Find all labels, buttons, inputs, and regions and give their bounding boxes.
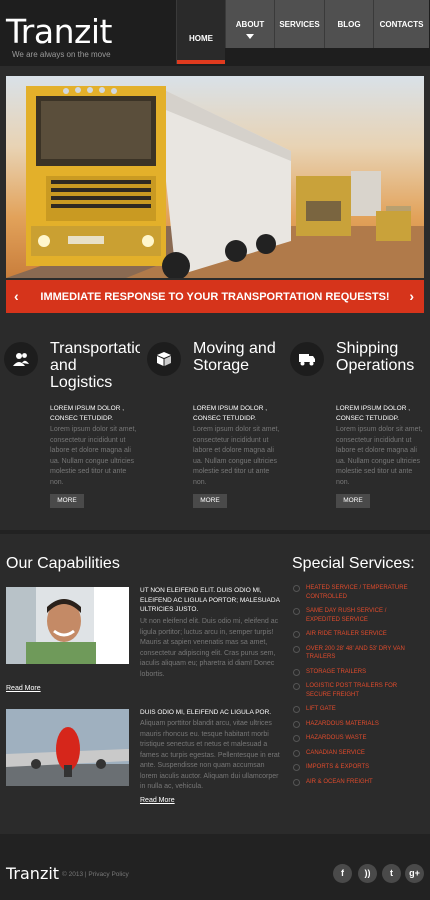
section-divider — [0, 530, 430, 534]
chevron-right-icon[interactable]: › — [409, 288, 414, 304]
facebook-icon[interactable]: f — [333, 864, 352, 883]
list-item[interactable]: LIFT GATE — [292, 705, 422, 714]
hero-caption-bar: ‹ IMMEDIATE RESPONSE TO YOUR TRANSPORTAT… — [6, 280, 424, 313]
nav-services[interactable]: SERVICES — [274, 0, 324, 48]
service-title: Transportation and Logistics — [50, 340, 140, 391]
nav-about[interactable]: ABOUT — [225, 0, 274, 48]
main-nav: HOME ABOUT SERVICES BLOG CONTACTS — [176, 0, 429, 66]
hero-slider-image — [6, 76, 424, 278]
list-item[interactable]: STORAGE TRAILERS — [292, 668, 422, 677]
list-item[interactable]: LOGISTIC POST TRAILERS FOR SECURE FREIGH… — [292, 682, 422, 699]
list-item[interactable]: AIR RIDE TRAILER SERVICE — [292, 630, 422, 639]
hero-caption: IMMEDIATE RESPONSE TO YOUR TRANSPORTATIO… — [40, 291, 390, 303]
site-footer: Tranzit © 2013 | Privacy Policy f )) t g… — [0, 834, 430, 900]
footer-logo[interactable]: Tranzit — [6, 864, 59, 883]
capability-image-man — [6, 587, 129, 664]
list-item[interactable]: HAZARDOUS MATERIALS — [292, 720, 422, 729]
service-subtitle: LOREM IPSUM DOLOR , CONSEC TETUDIDP. — [193, 405, 268, 422]
read-more-link[interactable]: Read More — [6, 685, 41, 692]
capability-title: UT NON ELEIFEND ELIT. DUIS ODIO MI, ELEI… — [140, 587, 280, 613]
rss-icon[interactable]: )) — [358, 864, 377, 883]
service-text: Lorem ipsum dolor sit amet, consectetur … — [193, 426, 280, 486]
nav-blog[interactable]: BLOG — [324, 0, 373, 48]
footer-copyright[interactable]: © 2013 | Privacy Policy — [62, 871, 129, 878]
service-subtitle: LOREM IPSUM DOLOR , CONSEC TETUDIDP. — [50, 405, 125, 422]
people-icon — [4, 342, 38, 376]
service-subtitle: LOREM IPSUM DOLOR , CONSEC TETUDIDP. — [336, 405, 411, 422]
nav-contacts[interactable]: CONTACTS — [373, 0, 429, 48]
capability-title: DUIS ODIO MI, ELEIFEND AC LIGULA POR. — [140, 709, 272, 716]
google-plus-icon[interactable]: g+ — [405, 864, 424, 883]
capability-text: Ut non eleifend elit. Duis odio mi, elei… — [140, 618, 279, 678]
site-tagline: We are always on the move — [12, 50, 111, 59]
list-item[interactable]: IMPORTS & EXPORTS — [292, 763, 422, 772]
more-button[interactable]: MORE — [336, 494, 370, 508]
more-button[interactable]: MORE — [193, 494, 227, 508]
service-title: Moving and Storage — [193, 340, 276, 374]
capability-image-plane — [6, 709, 129, 786]
list-item[interactable]: SAME DAY RUSH SERVICE / EXPEDITED SERVIC… — [292, 607, 422, 624]
site-header: Tranzit We are always on the move HOME A… — [0, 0, 430, 66]
list-item[interactable]: OVER 200 28' 48' AND 53' DRY VAN TRAILER… — [292, 645, 422, 662]
special-services-list: HEATED SERVICE / TEMPERATURE CONTROLLED … — [292, 584, 422, 792]
twitter-icon[interactable]: t — [382, 864, 401, 883]
special-services-heading: Special Services: — [292, 555, 415, 572]
nav-about-label: ABOUT — [235, 20, 265, 29]
capabilities-heading: Our Capabilities — [6, 555, 120, 572]
list-item[interactable]: HAZARDOUS WASTE — [292, 734, 422, 743]
box-icon — [147, 342, 181, 376]
service-text: Lorem ipsum dolor sit amet, consectetur … — [336, 426, 423, 486]
capability-text: Aliquam porttitor blandit arcu, vitae ul… — [140, 720, 280, 790]
services-section: Transportation and Logistics LOREM IPSUM… — [0, 330, 430, 530]
truck-icon — [290, 342, 324, 376]
chevron-down-icon — [246, 34, 254, 39]
nav-home[interactable]: HOME — [176, 0, 225, 64]
service-title: Shipping Operations — [336, 340, 415, 374]
service-text: Lorem ipsum dolor sit amet, consectetur … — [50, 426, 137, 486]
site-logo[interactable]: Tranzit — [6, 12, 112, 51]
read-more-link[interactable]: Read More — [140, 797, 175, 804]
list-item[interactable]: CANADIAN SERVICE — [292, 749, 422, 758]
list-item[interactable]: AIR & OCEAN FREIGHT — [292, 778, 422, 787]
list-item[interactable]: HEATED SERVICE / TEMPERATURE CONTROLLED — [292, 584, 422, 601]
more-button[interactable]: MORE — [50, 494, 84, 508]
